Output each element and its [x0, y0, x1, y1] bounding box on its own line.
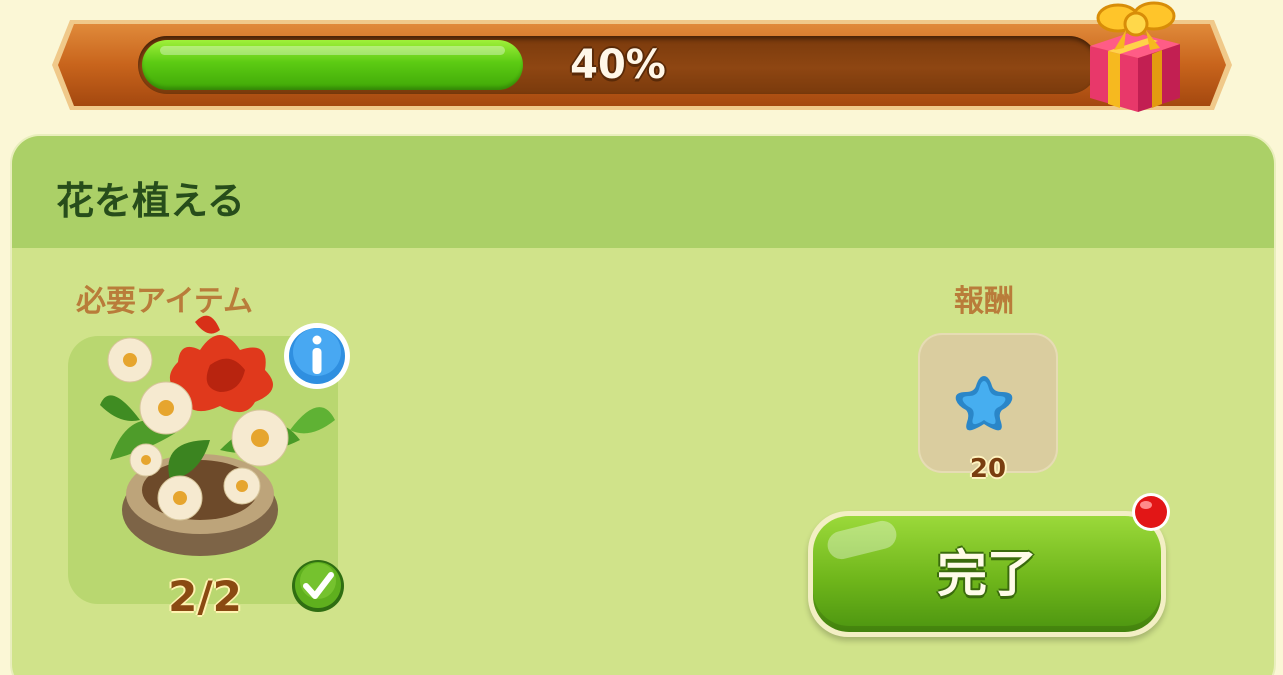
info-icon[interactable] — [283, 322, 351, 390]
item-count: 2/2 — [168, 572, 242, 621]
reward-amount: 20 — [969, 454, 1007, 484]
complete-button-label: 完了 — [937, 545, 1037, 603]
reward-label: 報酬 — [954, 284, 1014, 319]
checkmark-icon — [292, 560, 344, 612]
task-title: 花を植える — [56, 179, 245, 223]
gift-box-icon[interactable] — [1082, 0, 1186, 114]
complete-button[interactable]: 完了 — [808, 511, 1166, 637]
progress-track: 40% — [138, 36, 1098, 94]
complete-button-face: 完了 — [813, 516, 1161, 632]
notification-dot-icon — [1132, 493, 1170, 531]
progress-percent: 40% — [570, 42, 666, 88]
blue-star-icon — [955, 376, 1013, 431]
progress-banner: 40% — [52, 1, 1232, 112]
panel-header: 花を植える — [12, 136, 1274, 248]
task-screen: 40% 花を植える 必要アイテム 報酬 2/2 20 完了 — [0, 0, 1283, 675]
